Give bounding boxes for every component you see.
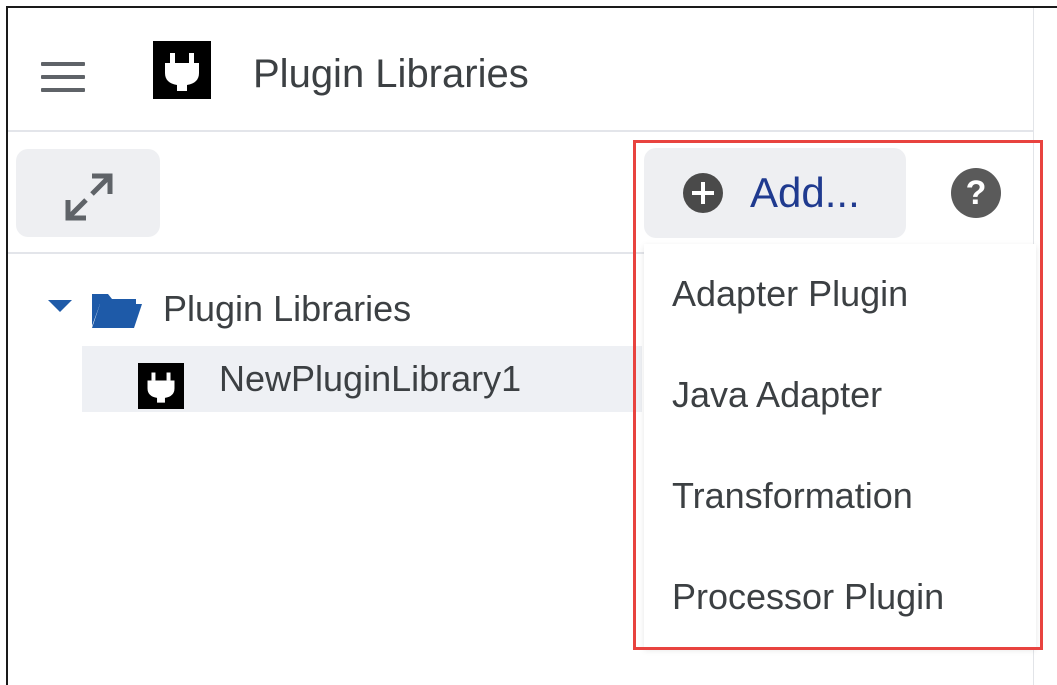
tree-expand-caret-icon[interactable]	[48, 300, 72, 312]
tree-item-label: NewPluginLibrary1	[219, 358, 522, 399]
tree-root-label[interactable]: Plugin Libraries	[163, 288, 411, 330]
add-dropdown-menu: Adapter Plugin Java Adapter Transformati…	[644, 244, 1036, 648]
menu-item-adapter-plugin[interactable]: Adapter Plugin	[644, 244, 1036, 345]
menu-item-label: Transformation	[672, 475, 913, 516]
menu-item-processor-plugin[interactable]: Processor Plugin	[644, 547, 1036, 648]
menu-item-label: Java Adapter	[672, 374, 883, 415]
menu-item-java-adapter[interactable]: Java Adapter	[644, 345, 1036, 446]
expand-button[interactable]	[16, 149, 160, 237]
plus-circle-icon	[683, 173, 723, 213]
menu-item-transformation[interactable]: Transformation	[644, 446, 1036, 547]
menu-item-label: Adapter Plugin	[672, 273, 909, 314]
plug-icon	[138, 363, 184, 409]
help-icon[interactable]: ?	[951, 168, 1001, 218]
expand-arrows-icon	[65, 173, 113, 221]
app-header: Plugin Libraries	[8, 8, 1033, 132]
tree-item-newpluginlibrary1[interactable]: NewPluginLibrary1	[82, 346, 642, 412]
plug-icon	[153, 41, 211, 99]
folder-open-icon	[90, 290, 144, 335]
hamburger-menu-icon[interactable]	[41, 60, 85, 96]
add-button-label: Add...	[750, 169, 860, 216]
menu-item-label: Processor Plugin	[672, 576, 945, 617]
add-button[interactable]: Add...	[644, 148, 906, 238]
page-title: Plugin Libraries	[253, 52, 529, 96]
